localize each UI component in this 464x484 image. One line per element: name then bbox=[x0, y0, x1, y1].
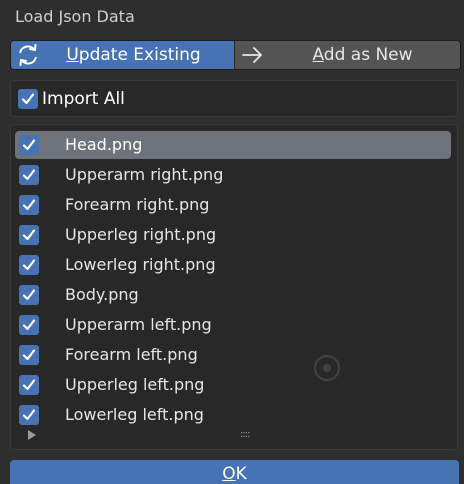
list-item[interactable]: Upperleg right.png bbox=[11, 221, 457, 251]
item-checkbox[interactable] bbox=[19, 285, 39, 305]
item-label: Upperarm right.png bbox=[65, 165, 224, 184]
checkmark-icon bbox=[22, 349, 36, 361]
item-label: Forearm right.png bbox=[65, 195, 210, 214]
list-item[interactable]: Upperarm left.png bbox=[11, 311, 457, 341]
checkmark-icon bbox=[22, 199, 36, 211]
checkmark-icon bbox=[21, 93, 35, 105]
item-label: Head.png bbox=[65, 135, 143, 154]
item-checkbox[interactable] bbox=[19, 135, 39, 155]
add-as-new-button[interactable]: Add as New bbox=[234, 41, 460, 69]
checkmark-icon bbox=[22, 289, 36, 301]
arrow-right-icon bbox=[242, 47, 262, 63]
update-existing-label: Update Existing bbox=[66, 45, 201, 65]
item-label: Lowerleg right.png bbox=[65, 255, 216, 274]
item-label: Body.png bbox=[65, 285, 139, 304]
item-checkbox[interactable] bbox=[19, 405, 39, 425]
item-label: Lowerleg left.png bbox=[65, 405, 204, 424]
list-item[interactable]: Head.png bbox=[11, 131, 457, 161]
checkmark-icon bbox=[22, 409, 36, 421]
list-item[interactable]: Upperarm right.png bbox=[11, 161, 457, 191]
list-item[interactable]: Lowerleg left.png bbox=[11, 401, 457, 431]
image-list-items: Head.png Upperarm right.png Forearm right.… bbox=[11, 131, 457, 431]
ok-label: OK bbox=[222, 464, 247, 484]
mode-selector: Update Existing Add as New bbox=[10, 40, 461, 70]
import-all-checkbox[interactable] bbox=[18, 89, 38, 109]
list-item[interactable]: Body.png bbox=[11, 281, 457, 311]
item-checkbox[interactable] bbox=[19, 345, 39, 365]
item-label: Upperleg left.png bbox=[65, 375, 205, 394]
import-all-panel: Import All bbox=[10, 80, 458, 117]
item-checkbox[interactable] bbox=[19, 255, 39, 275]
checkmark-icon bbox=[22, 319, 36, 331]
item-checkbox[interactable] bbox=[19, 375, 39, 395]
image-list[interactable]: Head.png Upperarm right.png Forearm right.… bbox=[10, 124, 458, 450]
item-checkbox[interactable] bbox=[19, 225, 39, 245]
item-checkbox[interactable] bbox=[19, 165, 39, 185]
checkmark-icon bbox=[22, 169, 36, 181]
list-item[interactable]: Upperleg left.png bbox=[11, 371, 457, 401]
checkmark-icon bbox=[22, 229, 36, 241]
refresh-icon bbox=[19, 44, 37, 66]
checkmark-icon bbox=[22, 379, 36, 391]
list-item[interactable]: Forearm right.png bbox=[11, 191, 457, 221]
checkmark-icon bbox=[22, 259, 36, 271]
add-as-new-label: Add as New bbox=[312, 45, 413, 65]
update-existing-button[interactable]: Update Existing bbox=[11, 41, 234, 69]
item-checkbox[interactable] bbox=[19, 195, 39, 215]
item-label: Upperarm left.png bbox=[65, 315, 212, 334]
item-label: Upperleg right.png bbox=[65, 225, 217, 244]
item-checkbox[interactable] bbox=[19, 315, 39, 335]
resize-grip[interactable]: :::: bbox=[240, 430, 251, 440]
item-label: Forearm left.png bbox=[65, 345, 198, 364]
ok-button[interactable]: OK bbox=[10, 460, 459, 484]
import-all-label: Import All bbox=[42, 89, 125, 109]
list-item[interactable]: Lowerleg right.png bbox=[11, 251, 457, 281]
list-item[interactable]: Forearm left.png bbox=[11, 341, 457, 371]
load-json-dialog: Load Json Data Update Existing Add as Ne… bbox=[0, 0, 464, 484]
triangle-right-icon[interactable] bbox=[28, 430, 36, 440]
dialog-title: Load Json Data bbox=[15, 7, 135, 26]
checkmark-icon bbox=[22, 139, 36, 151]
